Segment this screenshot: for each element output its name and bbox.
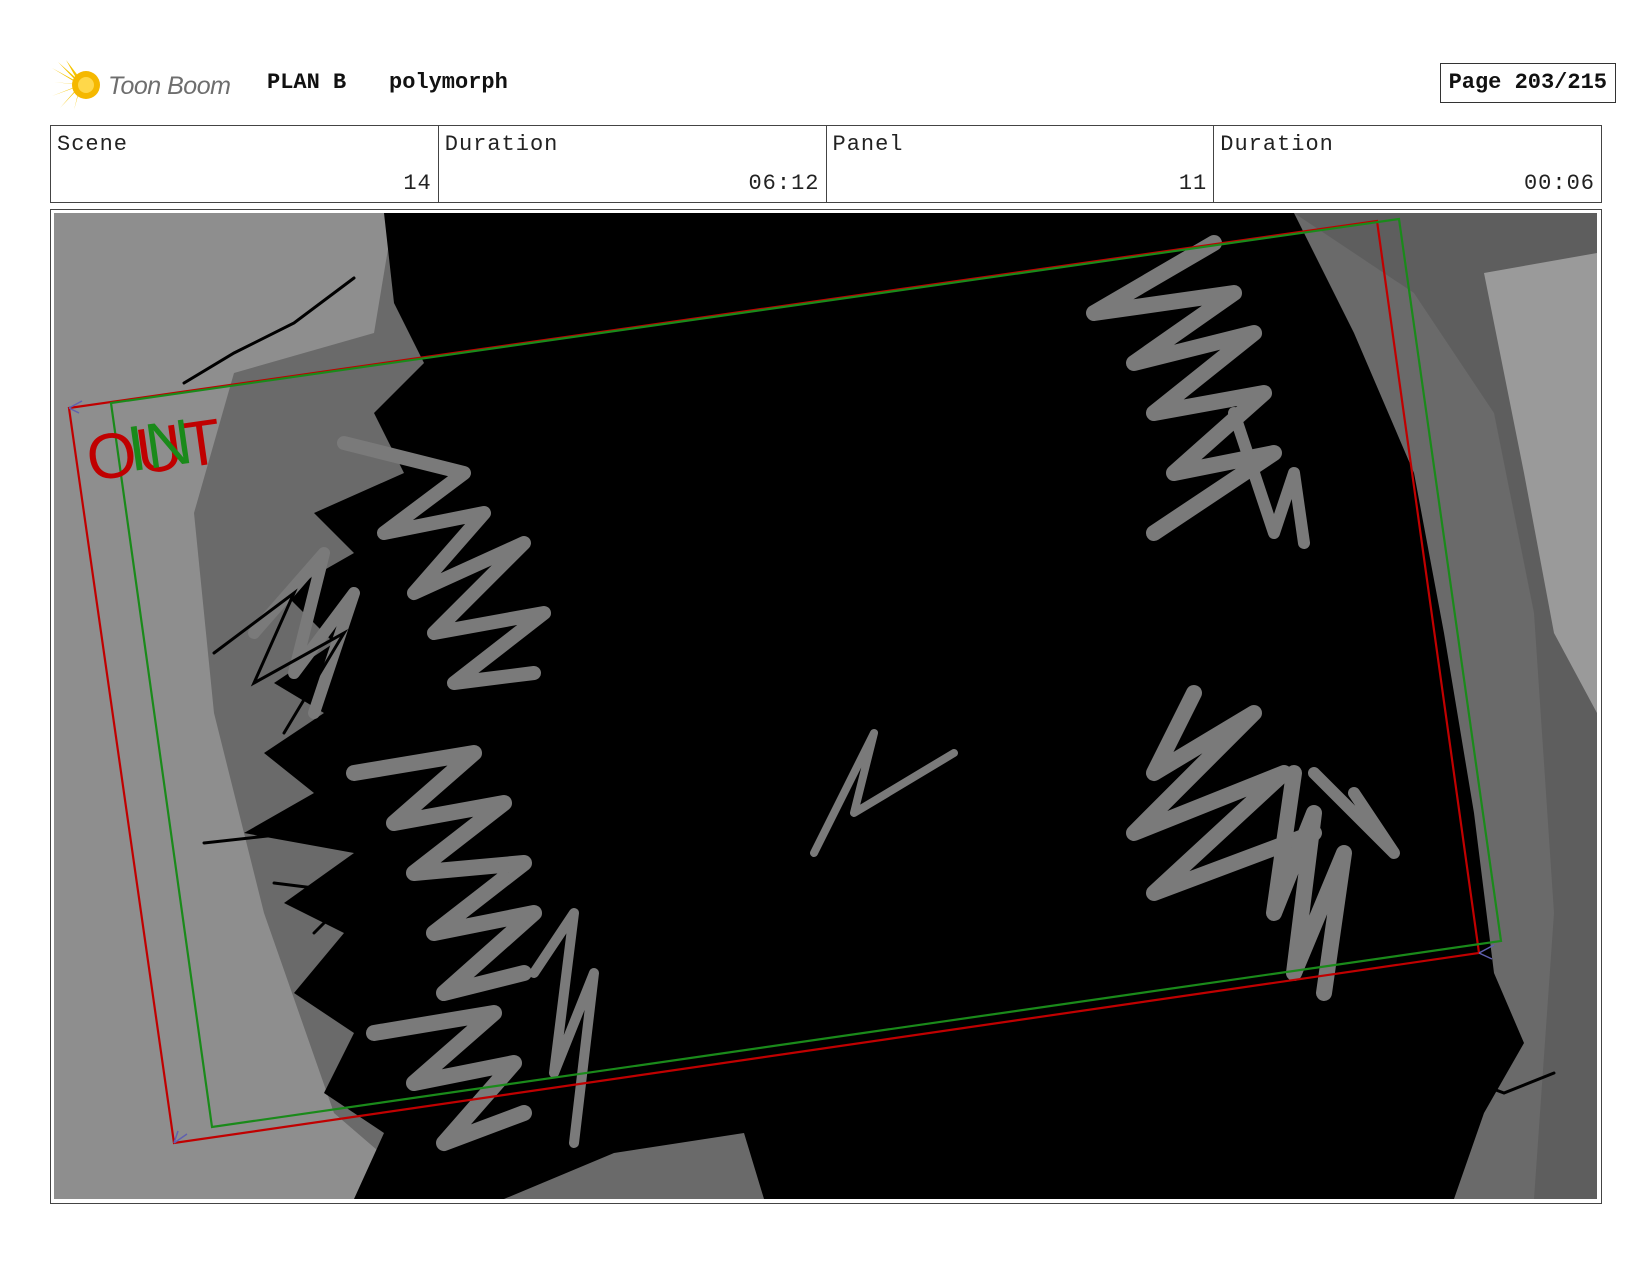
project-name: PLAN B: [267, 70, 347, 95]
panel-duration-cell: Duration 00:06: [1214, 126, 1601, 202]
logo-text: Toon Boom: [108, 72, 231, 100]
camera-in-label: IN: [123, 405, 196, 485]
toon-boom-logo: Toon Boom: [52, 60, 252, 110]
starburst-icon: [52, 60, 100, 110]
black-silhouette: [244, 213, 1524, 1199]
scene-label: Scene: [57, 132, 129, 157]
scene-cell: Scene 14: [51, 126, 439, 202]
panel-label: Panel: [832, 132, 904, 157]
page-header: Toon Boom PLAN B polymorph Page 203/215: [52, 56, 1616, 112]
episode-name: polymorph: [389, 70, 508, 95]
panel-frame: OUT IN: [50, 209, 1602, 1204]
panel-duration-label: Duration: [1220, 132, 1334, 157]
scene-value: 14: [403, 171, 432, 196]
panel-drawing: OUT IN: [54, 213, 1597, 1199]
scene-duration-value: 06:12: [748, 171, 820, 196]
panel-cell: Panel 11: [827, 126, 1215, 202]
info-table: Scene 14 Duration 06:12 Panel 11 Duratio…: [50, 125, 1602, 203]
scene-duration-label: Duration: [444, 132, 559, 157]
scene-duration-cell: Duration 06:12: [439, 126, 827, 202]
panel-duration-value: 00:06: [1523, 171, 1595, 196]
panel-value: 11: [1178, 171, 1208, 196]
storyboard-panel: OUT IN: [54, 213, 1597, 1199]
page-number: Page 203/215: [1439, 63, 1616, 103]
